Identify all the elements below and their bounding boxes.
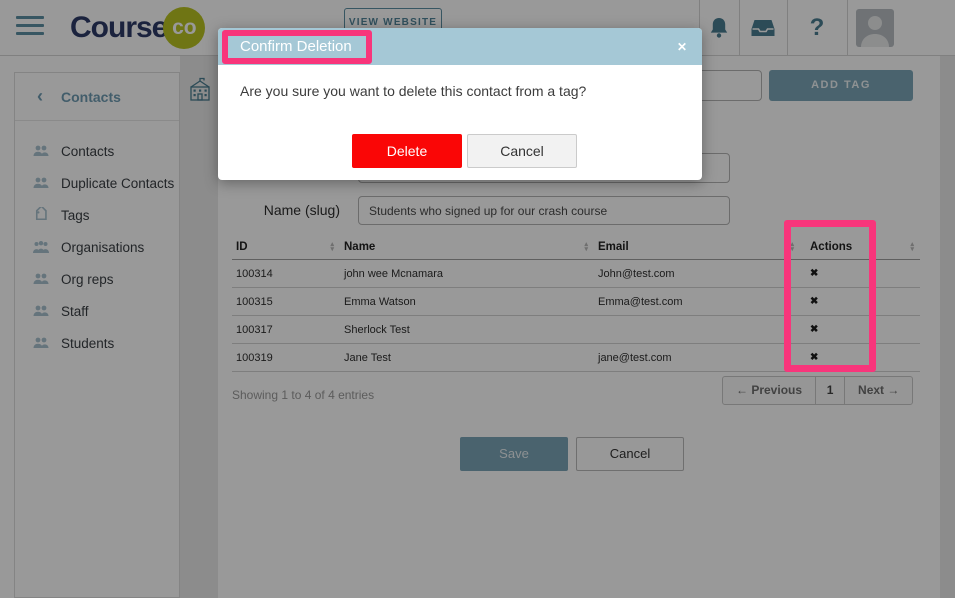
- confirm-deletion-modal: Confirm Deletion ✕ Are you sure you want…: [218, 28, 702, 180]
- app-root: Course co VIEW WEBSITE ? ‹ Contacts: [0, 0, 955, 598]
- modal-delete-button[interactable]: Delete: [352, 134, 462, 168]
- modal-cancel-button[interactable]: Cancel: [467, 134, 577, 168]
- modal-header: Confirm Deletion ✕: [218, 28, 702, 65]
- modal-message: Are you sure you want to delete this con…: [240, 83, 586, 99]
- close-icon[interactable]: ✕: [677, 40, 687, 54]
- modal-title: Confirm Deletion: [240, 38, 352, 55]
